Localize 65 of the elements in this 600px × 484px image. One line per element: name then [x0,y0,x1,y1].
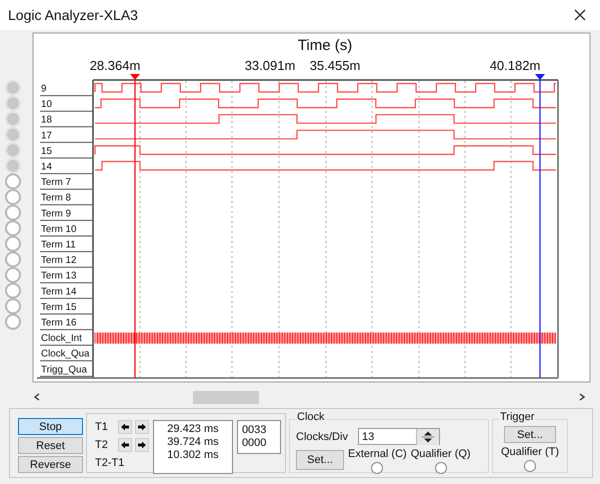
channel-label: Term 14 [41,286,76,298]
probe-indicator[interactable] [5,189,21,205]
channel-label: 9 [41,84,46,94]
channel-label: Term 13 [41,270,76,282]
time-label: 33.091m [244,58,296,73]
channel-label: Term 7 [41,177,71,188]
channel-label: Term 10 [41,224,76,235]
logic-value: 0033 [242,424,268,437]
scroll-left-icon[interactable] [34,393,40,401]
radio-button[interactable] [524,460,536,472]
probe-indicator[interactable] [5,267,21,283]
set-button[interactable]: Set... [504,426,556,444]
channel-label: Term 11 [41,240,76,250]
channel-label: Clock_Qua [41,348,90,360]
probe-indicator[interactable] [5,251,21,268]
option-label: Qualifier (Q) [410,448,471,460]
axis-title: Time (s) [298,37,352,54]
probe-indicator[interactable] [5,314,21,330]
close-icon[interactable] [574,9,586,21]
probe-indicator[interactable] [5,220,21,236]
group-title: Trigger [499,411,536,423]
cursor-t2[interactable] [535,74,545,378]
cursor-label: T1 [95,421,109,433]
time-label: 28.364m [90,58,140,73]
probe-indicator[interactable] [5,173,21,190]
channel-label: 14 [41,162,52,172]
cursor-label: T2 [95,439,109,451]
cursor-t1[interactable] [130,74,140,378]
spinner-icon[interactable] [416,428,439,444]
logic-value: 0000 [242,437,268,450]
probe-indicator[interactable] [5,236,21,252]
probe-indicator[interactable] [5,282,21,299]
channel-label: Term 16 [41,318,76,328]
channel-label: Term 12 [41,255,76,266]
channel-label: Trigg_Qua [41,364,87,376]
channel-label: Term 9 [41,208,71,220]
channel-label: Term 8 [41,192,71,204]
difference-label: T2-T1 [95,457,124,469]
control-button[interactable]: Stop [18,418,83,435]
channel-label: 15 [41,146,52,157]
radio-button[interactable] [434,462,447,474]
radio-button[interactable] [371,462,384,474]
channel-label: 17 [41,130,52,142]
set-button[interactable]: Set... [296,450,344,470]
option-label: Qualifier (T) [500,446,560,458]
scrollbar-thumb[interactable] [193,390,259,404]
scroll-right-icon[interactable] [579,393,585,401]
time-label: 40.182m [490,58,540,73]
group-title: Clock [296,411,326,423]
control-button[interactable]: Reset [18,437,83,454]
time-label: 35.455m [310,58,360,73]
probe-indicator[interactable] [5,298,21,314]
window-title: Logic Analyzer-XLA3 [8,7,138,23]
option-label: External (C) [348,448,407,460]
channel-label: Term 15 [41,302,76,313]
time-value: 29.423 ms [167,423,219,436]
channel-label: Clock_Int [41,333,82,344]
channel-label: 18 [41,114,52,126]
probe-indicator[interactable] [5,204,21,221]
channel-label: 10 [41,99,52,110]
time-value: 10.302 ms [167,449,219,462]
clocks-div-field[interactable]: 13 [358,428,440,445]
control-button[interactable]: Reverse [18,456,83,473]
field-label: Clocks/Div [296,430,348,442]
time-value: 39.724 ms [167,436,219,449]
